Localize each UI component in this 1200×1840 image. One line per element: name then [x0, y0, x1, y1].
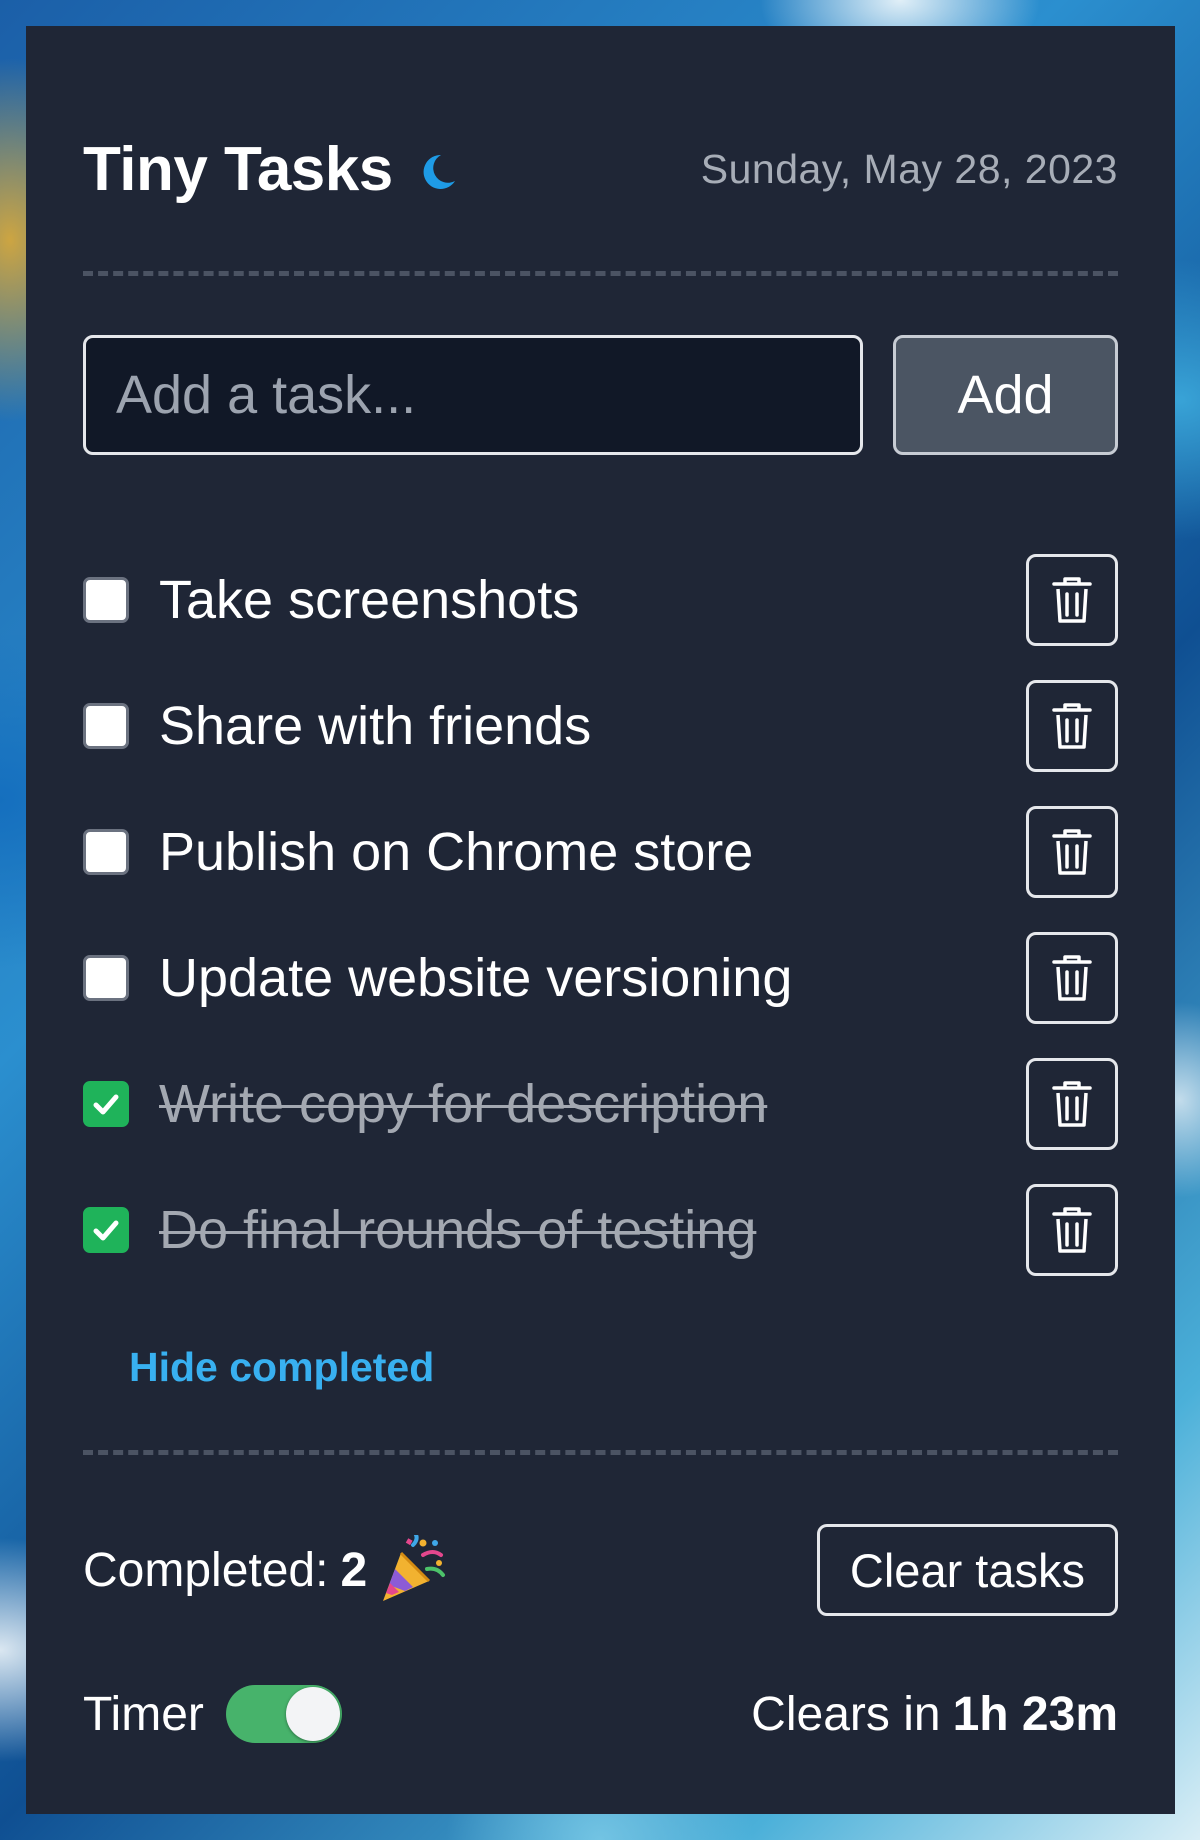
- trash-icon: [1052, 955, 1092, 1001]
- delete-task-button[interactable]: [1026, 1184, 1118, 1276]
- timer-label: Timer: [83, 1687, 204, 1741]
- completed-count: Completed: 2: [83, 1531, 447, 1605]
- header: Tiny Tasks Sunday, May 28, 2023: [83, 124, 1118, 214]
- task-label: Take screenshots: [159, 570, 580, 630]
- party-popper-icon: [377, 1531, 447, 1605]
- delete-task-button[interactable]: [1026, 1058, 1118, 1150]
- completed-label: Completed:: [83, 1543, 329, 1597]
- footer-stats-row: Completed: 2 Clear tasks: [83, 1524, 1118, 1616]
- task-checkbox[interactable]: [83, 703, 129, 749]
- task-item: Share with friends: [83, 680, 1118, 772]
- clears-in-label: Clears in: [751, 1687, 941, 1741]
- clears-in-text: Clears in 1h 23m: [751, 1687, 1118, 1742]
- task-label: Publish on Chrome store: [159, 822, 754, 882]
- current-date: Sunday, May 28, 2023: [700, 145, 1118, 192]
- delete-task-button[interactable]: [1026, 932, 1118, 1024]
- task-item-left: Share with friends: [83, 695, 591, 757]
- trash-icon: [1052, 1081, 1092, 1127]
- task-item: Update website versioning: [83, 932, 1118, 1024]
- trash-icon: [1052, 829, 1092, 875]
- task-item-completed: Do final rounds of testing: [83, 1184, 1118, 1276]
- footer-divider: [83, 1450, 1118, 1455]
- toggle-knob: [285, 1687, 340, 1741]
- add-task-row: Add: [83, 335, 1118, 455]
- task-item-left: Write copy for description: [83, 1073, 767, 1135]
- trash-icon: [1052, 1207, 1092, 1253]
- task-item-left: Publish on Chrome store: [83, 821, 753, 883]
- completed-number: 2: [340, 1543, 368, 1597]
- task-label: Write copy for description: [159, 1074, 768, 1134]
- task-checkbox[interactable]: [83, 577, 129, 623]
- check-icon: [93, 1094, 119, 1115]
- hide-completed-link[interactable]: Hide completed: [129, 1344, 434, 1391]
- task-item-left: Take screenshots: [83, 569, 579, 631]
- app-title: Tiny Tasks: [83, 134, 393, 204]
- task-checkbox-checked[interactable]: [83, 1207, 129, 1253]
- timer-group: Timer: [83, 1685, 342, 1743]
- tiny-tasks-panel: Tiny Tasks Sunday, May 28, 2023 Add Take…: [26, 26, 1175, 1814]
- check-icon: [93, 1220, 119, 1241]
- task-list: Take screenshots Share with friends Publ…: [83, 554, 1118, 1310]
- clear-tasks-button[interactable]: Clear tasks: [816, 1524, 1118, 1616]
- title-group: Tiny Tasks: [83, 134, 459, 205]
- footer-timer-row: Timer Clears in 1h 23m: [83, 1674, 1118, 1754]
- timer-toggle[interactable]: [225, 1685, 342, 1743]
- task-label: Update website versioning: [159, 948, 793, 1008]
- task-item: Publish on Chrome store: [83, 806, 1118, 898]
- task-checkbox[interactable]: [83, 955, 129, 1001]
- task-item-completed: Write copy for description: [83, 1058, 1118, 1150]
- clears-in-time: 1h 23m: [952, 1687, 1118, 1741]
- trash-icon: [1052, 703, 1092, 749]
- delete-task-button[interactable]: [1026, 554, 1118, 646]
- moon-icon[interactable]: [419, 151, 459, 193]
- task-item-left: Update website versioning: [83, 947, 792, 1009]
- task-item-left: Do final rounds of testing: [83, 1199, 756, 1261]
- delete-task-button[interactable]: [1026, 806, 1118, 898]
- task-checkbox[interactable]: [83, 829, 129, 875]
- task-label: Do final rounds of testing: [159, 1200, 757, 1260]
- task-label: Share with friends: [159, 696, 592, 756]
- delete-task-button[interactable]: [1026, 680, 1118, 772]
- task-checkbox-checked[interactable]: [83, 1081, 129, 1127]
- add-task-input[interactable]: [83, 335, 863, 455]
- task-item: Take screenshots: [83, 554, 1118, 646]
- header-divider: [83, 271, 1118, 276]
- trash-icon: [1052, 577, 1092, 623]
- add-button[interactable]: Add: [893, 335, 1118, 455]
